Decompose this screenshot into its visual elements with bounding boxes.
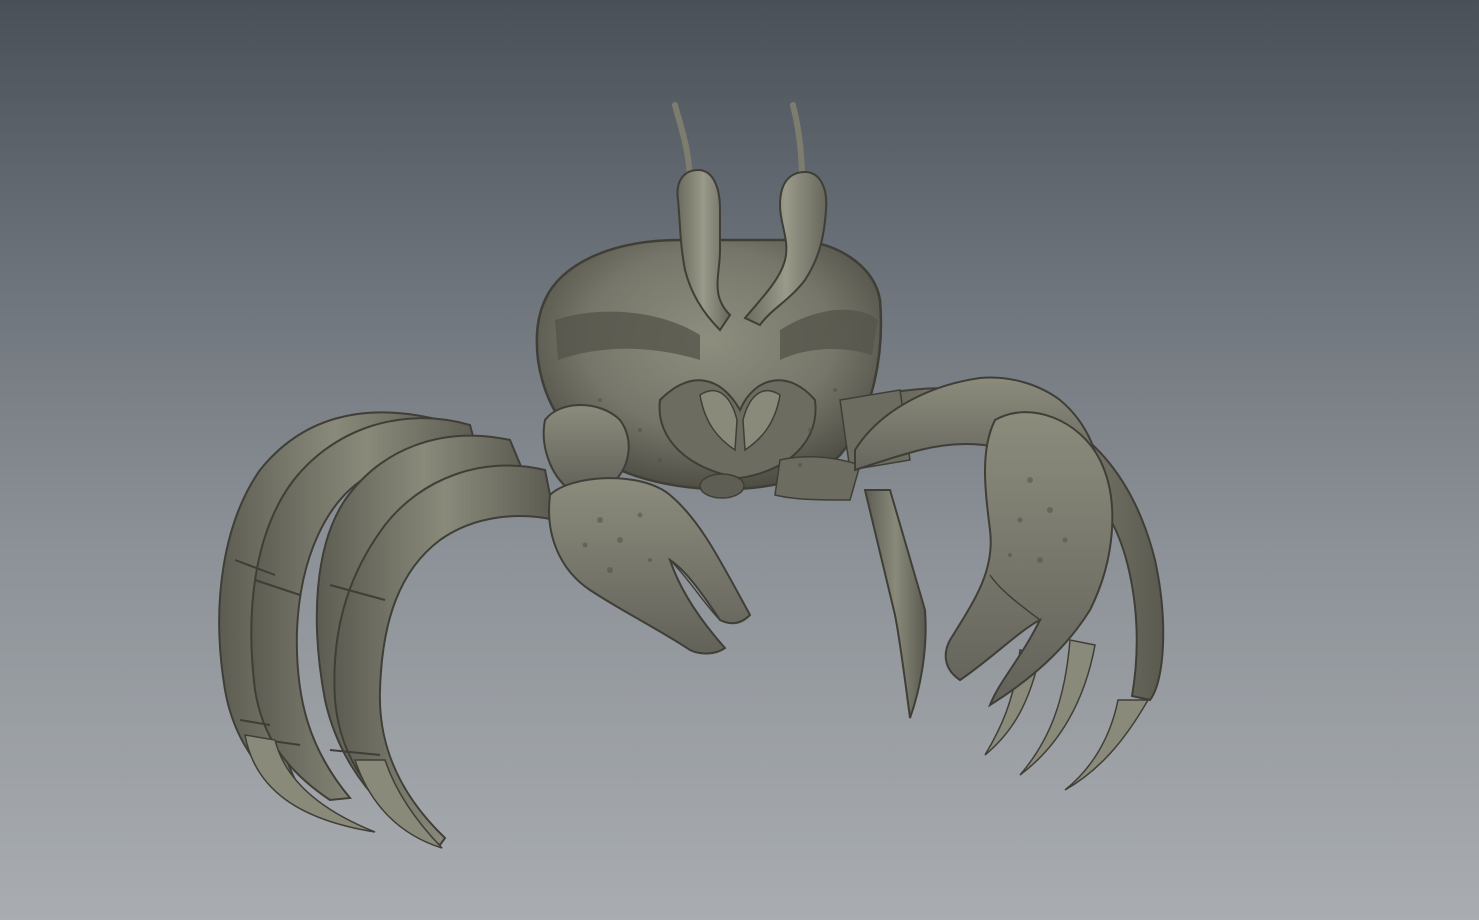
left-legs: [218, 411, 557, 849]
3d-viewport[interactable]: [0, 0, 1479, 920]
crab-sculpt-model: [218, 102, 1165, 849]
